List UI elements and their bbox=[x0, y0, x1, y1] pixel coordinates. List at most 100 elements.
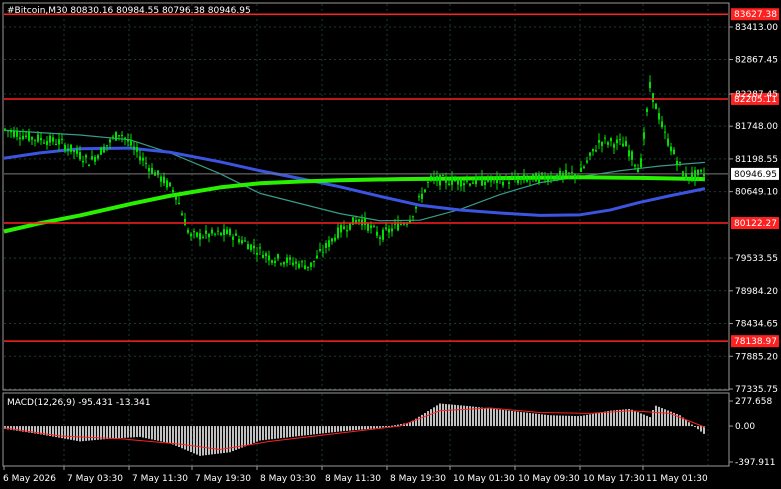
macd-histogram-bar bbox=[517, 411, 519, 427]
candle-body bbox=[619, 139, 621, 141]
candle-body bbox=[265, 253, 267, 257]
candle-body bbox=[310, 262, 312, 267]
macd-histogram-bar bbox=[145, 426, 147, 439]
price-tick-label: 77885.20 bbox=[735, 352, 778, 362]
candle-body bbox=[274, 260, 276, 263]
candle-body bbox=[607, 142, 609, 145]
candle-body bbox=[469, 183, 471, 186]
macd-histogram-bar bbox=[322, 426, 324, 434]
macd-histogram-bar bbox=[151, 426, 153, 440]
candle-body bbox=[268, 255, 270, 261]
candle-body bbox=[139, 156, 141, 161]
macd-histogram-bar bbox=[82, 426, 84, 442]
macd-histogram-bar bbox=[382, 426, 384, 428]
candle-body bbox=[463, 183, 465, 186]
candle-body bbox=[577, 175, 579, 177]
macd-histogram-bar bbox=[592, 413, 594, 427]
macd-histogram-bar bbox=[538, 413, 540, 427]
macd-histogram-bar bbox=[160, 426, 162, 442]
macd-histogram-bar bbox=[472, 406, 474, 427]
candle-body bbox=[34, 139, 36, 141]
candle-body bbox=[412, 216, 414, 218]
macd-histogram-bar bbox=[379, 426, 381, 428]
macd-histogram-bar bbox=[343, 426, 345, 432]
candle-body bbox=[625, 141, 627, 147]
macd-histogram-bar bbox=[88, 426, 90, 441]
candle-body bbox=[232, 236, 234, 240]
candle-body bbox=[511, 177, 513, 179]
price-panel[interactable] bbox=[2, 2, 730, 391]
candle-body bbox=[187, 229, 189, 233]
candle-body bbox=[517, 179, 519, 184]
macd-histogram-bar bbox=[85, 426, 87, 441]
macd-histogram-bar bbox=[286, 426, 288, 438]
macd-histogram-bar bbox=[127, 426, 129, 438]
macd-histogram-bar bbox=[580, 415, 582, 427]
macd-histogram-bar bbox=[241, 426, 243, 448]
candle-body bbox=[160, 176, 162, 182]
candle-body bbox=[67, 148, 69, 151]
candle-body bbox=[499, 175, 501, 179]
candle-body bbox=[556, 174, 558, 180]
price-tick-label: 81198.55 bbox=[735, 155, 778, 165]
candle-body bbox=[208, 233, 210, 238]
candle-body bbox=[676, 160, 678, 166]
candle-body bbox=[589, 152, 591, 156]
candle-body bbox=[328, 240, 330, 247]
macd-histogram-bar bbox=[499, 409, 501, 427]
macd-histogram-bar bbox=[622, 409, 624, 427]
macd-histogram-bar bbox=[214, 426, 216, 455]
candle-body bbox=[271, 260, 273, 263]
candle-body bbox=[73, 150, 75, 152]
macd-histogram-bar bbox=[136, 426, 138, 438]
candle-body bbox=[235, 233, 237, 236]
candle-body bbox=[169, 182, 171, 187]
candle-body bbox=[238, 239, 240, 243]
candle-body bbox=[151, 167, 153, 174]
candle-body bbox=[190, 233, 192, 237]
candle-body bbox=[289, 257, 291, 260]
candle-body bbox=[490, 180, 492, 182]
candle-body bbox=[61, 138, 63, 140]
macd-histogram-bar bbox=[610, 410, 612, 427]
macd-histogram-bar bbox=[307, 426, 309, 436]
candle-body bbox=[226, 229, 228, 235]
candle-body bbox=[565, 169, 567, 176]
candle-body bbox=[388, 228, 390, 233]
candle-body bbox=[553, 179, 555, 181]
macd-histogram-bar bbox=[487, 408, 489, 427]
candle-body bbox=[4, 128, 6, 130]
candle-body bbox=[436, 175, 438, 182]
candle-body bbox=[124, 137, 126, 139]
candle-body bbox=[472, 182, 474, 184]
time-axis: 6 May 2026 7 May 03:30 7 May 11:30 7 May 19… bbox=[3, 466, 708, 484]
macd-histogram-bar bbox=[130, 426, 132, 438]
candle-body bbox=[583, 166, 585, 169]
macd-histogram-bar bbox=[427, 411, 429, 427]
macd-histogram-bar bbox=[601, 412, 603, 427]
price-level-label: 80122.27 bbox=[734, 219, 777, 229]
candle-body bbox=[193, 231, 195, 233]
candle-body bbox=[286, 257, 288, 263]
macd-histogram-bar bbox=[454, 404, 456, 427]
price-tick-label: 79533.55 bbox=[735, 254, 778, 264]
price-tick-label: 77335.75 bbox=[735, 385, 778, 395]
macd-histogram-bar bbox=[358, 426, 360, 430]
candle-body bbox=[223, 229, 225, 236]
candle-body bbox=[493, 177, 495, 179]
candle-body bbox=[82, 160, 84, 163]
candle-body bbox=[280, 263, 282, 265]
candle-body bbox=[643, 132, 645, 139]
macd-histogram-bar bbox=[115, 426, 117, 439]
macd-histogram-bar bbox=[511, 410, 513, 427]
trading-chart[interactable]: 83627.3882205.1180122.2778138.9780946.95… bbox=[0, 0, 781, 489]
macd-histogram-bar bbox=[649, 417, 651, 427]
macd-histogram-bar bbox=[556, 415, 558, 427]
candle-body bbox=[121, 135, 123, 137]
macd-histogram-bar bbox=[337, 426, 339, 432]
macd-histogram-bar bbox=[265, 426, 267, 440]
candle-body bbox=[133, 146, 135, 149]
macd-histogram-bar bbox=[166, 426, 168, 443]
candle-body bbox=[679, 161, 681, 164]
candle-body bbox=[10, 130, 12, 133]
